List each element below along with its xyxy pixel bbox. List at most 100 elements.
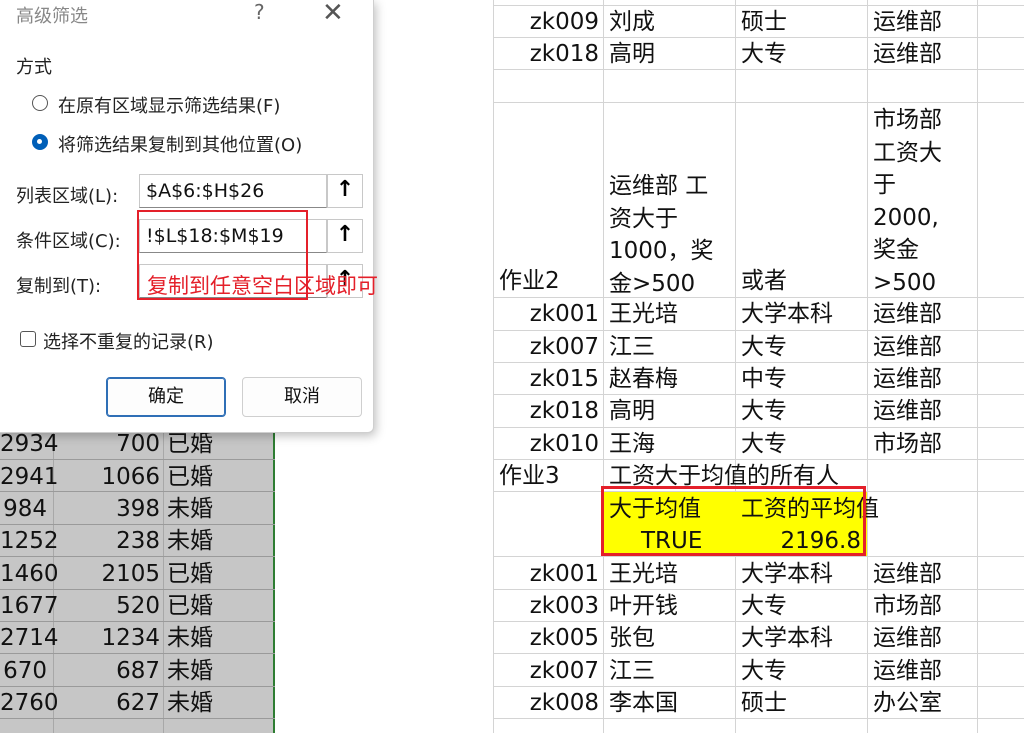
cell[interactable]: 1460: [0, 558, 59, 590]
cell[interactable]: 未婚: [167, 493, 213, 525]
cell-edu[interactable]: 中专: [741, 363, 787, 395]
cell-id[interactable]: zk009: [493, 6, 599, 38]
hw2-criteria[interactable]: 运维部 工 资大于 1000，奖 金>500: [609, 170, 733, 300]
cell[interactable]: 984: [0, 493, 47, 525]
list-range-collapse-button[interactable]: ↑: [327, 174, 363, 208]
cell-dept[interactable]: 办公室: [873, 687, 942, 719]
cell-dept[interactable]: 运维部: [873, 38, 942, 70]
help-icon[interactable]: ?: [254, 0, 265, 24]
cell-name[interactable]: 王海: [609, 428, 655, 460]
cell-id[interactable]: zk008: [493, 687, 599, 719]
cell-dept[interactable]: 运维部: [873, 298, 942, 330]
cell-name[interactable]: 江三: [609, 331, 655, 363]
cell-id[interactable]: zk010: [493, 428, 599, 460]
radio-copy-label[interactable]: 将筛选结果复制到其他位置(O): [58, 131, 302, 157]
cell-edu[interactable]: 硕士: [741, 687, 787, 719]
cell-edu[interactable]: 大专: [741, 590, 787, 622]
cell-name[interactable]: 江三: [609, 655, 655, 687]
cell-name[interactable]: 李本国: [609, 687, 678, 719]
advanced-filter-dialog[interactable]: 高级筛选 ? ✕ 方式 在原有区域显示筛选结果(F) 将筛选结果复制到其他位置(…: [0, 0, 378, 433]
grid-col-line: [977, 0, 978, 733]
cell-name[interactable]: 高明: [609, 395, 655, 427]
cell-edu[interactable]: 大专: [741, 38, 787, 70]
grid-row-line: [493, 102, 1024, 103]
cell-id[interactable]: zk005: [493, 622, 599, 654]
cell-name[interactable]: 王光培: [609, 558, 678, 590]
criteria-annotation-box: [601, 486, 866, 556]
cell[interactable]: 1234: [55, 622, 160, 654]
cell-dept[interactable]: 运维部: [873, 6, 942, 38]
cell-edu[interactable]: 硕士: [741, 6, 787, 38]
cell[interactable]: 520: [55, 590, 160, 622]
cell-name[interactable]: 张包: [609, 622, 655, 654]
cell[interactable]: 238: [55, 525, 160, 557]
cell-dept[interactable]: 运维部: [873, 363, 942, 395]
arrow-up-icon: ↑: [335, 222, 355, 247]
cell-dept[interactable]: 运维部: [873, 655, 942, 687]
cell-edu[interactable]: 大学本科: [741, 298, 833, 330]
cell-name[interactable]: 高明: [609, 38, 655, 70]
radio-in-place[interactable]: [32, 95, 48, 111]
cell-id[interactable]: zk015: [493, 363, 599, 395]
cell-edu[interactable]: 大学本科: [741, 558, 833, 590]
cell-dept[interactable]: 市场部: [873, 590, 942, 622]
cell[interactable]: 已婚: [167, 590, 213, 622]
cell[interactable]: 2941: [0, 461, 59, 493]
cell-id[interactable]: zk007: [493, 655, 599, 687]
hw2-right-criteria[interactable]: 市场部 工资大 于 2000, 奖金 >500: [873, 104, 973, 299]
list-range-label: 列表区域(L):: [16, 186, 119, 207]
cell-dept[interactable]: 运维部: [873, 331, 942, 363]
cell[interactable]: 2714: [0, 622, 59, 654]
cell[interactable]: 687: [55, 655, 160, 687]
grid-col-line: [735, 0, 736, 733]
list-range-input[interactable]: $A$6:$H$26: [139, 174, 327, 208]
cell[interactable]: 未婚: [167, 687, 213, 719]
cell[interactable]: 已婚: [167, 558, 213, 590]
cell[interactable]: 1677: [0, 590, 59, 622]
cell-dept[interactable]: 运维部: [873, 558, 942, 590]
cell[interactable]: 2105: [55, 558, 160, 590]
cell[interactable]: 未婚: [167, 655, 213, 687]
unique-records-checkbox[interactable]: [20, 331, 36, 347]
cell-edu[interactable]: 大专: [741, 395, 787, 427]
cell[interactable]: 398: [55, 493, 160, 525]
cell[interactable]: 未婚: [167, 622, 213, 654]
hw2-label[interactable]: 作业2: [499, 265, 560, 297]
cell-dept[interactable]: 市场部: [873, 428, 942, 460]
grid-col-line: [867, 0, 868, 733]
cell[interactable]: 1066: [55, 461, 160, 493]
cell-name[interactable]: 刘成: [609, 6, 655, 38]
cell-name[interactable]: 王光培: [609, 298, 678, 330]
arrow-up-icon: ↑: [335, 177, 355, 202]
cell-edu[interactable]: 大专: [741, 655, 787, 687]
cell[interactable]: 627: [55, 687, 160, 719]
cell[interactable]: 670: [0, 655, 47, 687]
cell-id[interactable]: zk018: [493, 38, 599, 70]
unique-records-label[interactable]: 选择不重复的记录(R): [43, 328, 214, 354]
cell-id[interactable]: zk018: [493, 395, 599, 427]
cell-dept[interactable]: 运维部: [873, 622, 942, 654]
cell-edu[interactable]: 大学本科: [741, 622, 833, 654]
annotation-text: 复制到任意空白区域即可: [147, 274, 378, 298]
cell-dept[interactable]: 运维部: [873, 395, 942, 427]
radio-copy[interactable]: [32, 134, 48, 150]
cell[interactable]: 已婚: [167, 461, 213, 493]
hw2-or[interactable]: 或者: [741, 265, 787, 297]
cell-name[interactable]: 赵春梅: [609, 363, 678, 395]
cell[interactable]: 2760: [0, 687, 59, 719]
close-icon[interactable]: ✕: [322, 0, 344, 28]
cancel-button[interactable]: 取消: [242, 377, 362, 417]
cell-name[interactable]: 叶开钱: [609, 590, 678, 622]
cell-id[interactable]: zk001: [493, 298, 599, 330]
cell-id[interactable]: zk001: [493, 558, 599, 590]
cell-id[interactable]: zk007: [493, 331, 599, 363]
radio-in-place-label[interactable]: 在原有区域显示筛选结果(F): [58, 92, 280, 118]
cell-id[interactable]: zk003: [493, 590, 599, 622]
ok-button[interactable]: 确定: [106, 377, 226, 417]
cell-edu[interactable]: 大专: [741, 428, 787, 460]
cell-edu[interactable]: 大专: [741, 331, 787, 363]
cell[interactable]: 1252: [0, 525, 59, 557]
hw3-label[interactable]: 作业3: [499, 460, 560, 492]
cell[interactable]: 未婚: [167, 525, 213, 557]
criteria-range-collapse-button[interactable]: ↑: [327, 219, 363, 253]
